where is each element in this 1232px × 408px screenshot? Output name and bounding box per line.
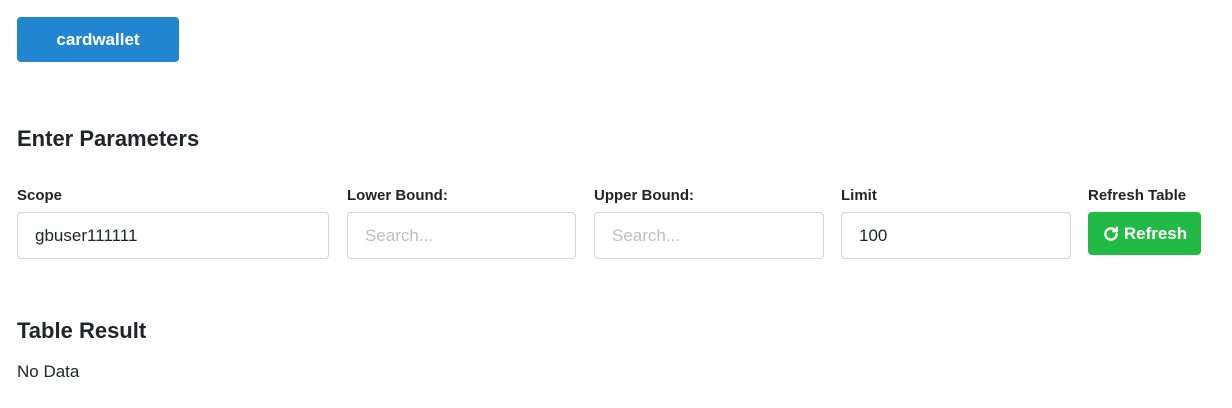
refresh-field: Refresh Table Refresh [1088,186,1201,255]
refresh-icon [1102,225,1120,243]
scope-label: Scope [17,187,63,204]
scope-field: Scope [17,186,329,259]
upper-bound-input[interactable] [594,212,824,259]
refresh-button[interactable]: Refresh [1088,212,1201,255]
no-data-text: No Data [17,362,80,381]
refresh-button-label: Refresh [1123,223,1188,243]
limit-field: Limit [841,186,1071,259]
table-select-button-label: cardwallet [56,29,140,49]
limit-input[interactable] [841,212,1071,259]
scope-input[interactable] [17,212,329,259]
lower-bound-field: Lower Bound: [347,186,576,259]
lower-bound-input[interactable] [347,212,576,259]
upper-bound-label: Upper Bound: [594,187,694,204]
limit-label: Limit [841,187,877,204]
refresh-table-label: Refresh Table [1088,187,1187,204]
parameters-heading: Enter Parameters [17,126,200,151]
page: cardwallet Enter Parameters Scope Lower … [0,0,1232,408]
upper-bound-field: Upper Bound: [594,186,824,259]
table-select-button[interactable]: cardwallet [17,17,179,62]
table-result-heading: Table Result [17,318,147,343]
lower-bound-label: Lower Bound: [347,187,448,204]
